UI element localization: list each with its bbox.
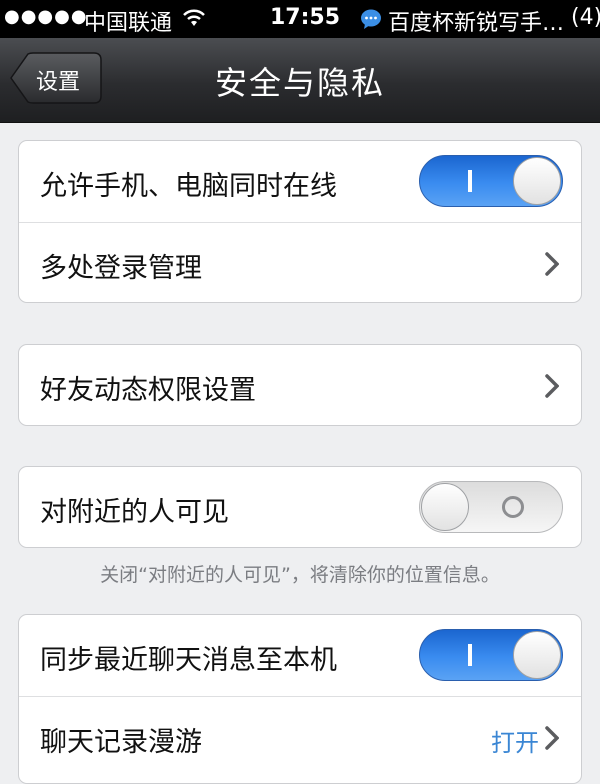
chevron-right-icon	[545, 252, 559, 276]
chevron-right-icon	[545, 726, 559, 750]
toggle-on-indicator	[468, 644, 472, 666]
wifi-icon	[183, 9, 205, 26]
signal-strength: ●●●●●	[4, 6, 88, 27]
row-label: 多处登录管理	[40, 253, 202, 284]
settings-row-multi-device-online: 允许手机、电脑同时在线	[19, 141, 581, 223]
back-button[interactable]: 设置	[10, 52, 102, 104]
toggle-knob	[513, 631, 561, 679]
row-label: 对附近的人可见	[40, 497, 229, 528]
chevron-right-icon	[545, 374, 559, 398]
settings-group-friend-feed: 好友动态权限设置	[18, 344, 582, 426]
settings-group-nearby: 对附近的人可见	[18, 466, 582, 548]
notification-text: 百度杯新锐写手…	[388, 11, 565, 36]
status-bar: ●●●●● 中国联通 17:55 百度杯新锐写手… (4)	[0, 0, 600, 38]
settings-row-login-management[interactable]: 多处登录管理	[19, 223, 581, 304]
multi-device-online-toggle[interactable]	[419, 155, 563, 207]
settings-row-sync-recent-chats: 同步最近聊天消息至本机	[19, 615, 581, 697]
visible-to-nearby-toggle[interactable]	[419, 481, 563, 533]
sync-recent-chats-toggle[interactable]	[419, 629, 563, 681]
notification-count: (4)	[571, 5, 600, 30]
navigation-bar: 安全与隐私 设置	[0, 38, 600, 123]
row-label: 同步最近聊天消息至本机	[40, 645, 337, 676]
settings-row-chat-roaming[interactable]: 聊天记录漫游 打开	[19, 697, 581, 778]
settings-group-online: 允许手机、电脑同时在线 多处登录管理	[18, 140, 582, 303]
chat-roaming-value: 打开	[491, 729, 539, 757]
back-button-label: 设置	[36, 70, 81, 95]
toggle-knob	[421, 483, 469, 531]
settings-row-friend-feed-permissions[interactable]: 好友动态权限设置	[19, 345, 581, 426]
nearby-footnote: 关闭“对附近的人可见”，将清除你的位置信息。	[100, 564, 500, 586]
toggle-off-indicator	[502, 496, 524, 518]
carrier-name: 中国联通	[84, 11, 173, 36]
row-label: 允许手机、电脑同时在线	[40, 171, 337, 202]
settings-row-visible-to-nearby: 对附近的人可见	[19, 467, 581, 548]
row-label: 好友动态权限设置	[40, 375, 256, 406]
toggle-on-indicator	[468, 170, 472, 192]
row-label: 聊天记录漫游	[40, 727, 202, 758]
toggle-knob	[513, 157, 561, 205]
clock: 17:55	[270, 5, 341, 30]
chat-bubble-icon	[361, 9, 381, 29]
settings-group-chat-sync: 同步最近聊天消息至本机 聊天记录漫游 打开	[18, 614, 582, 784]
